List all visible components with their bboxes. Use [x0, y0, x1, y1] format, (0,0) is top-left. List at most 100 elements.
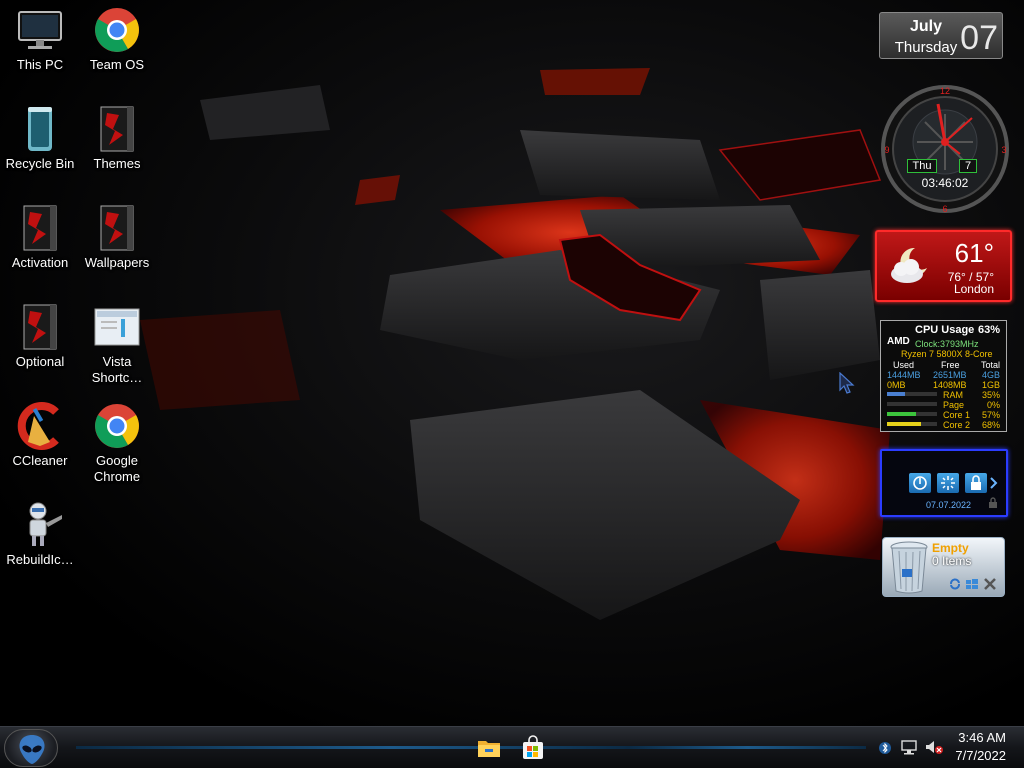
mem-used-1: 1444MB: [887, 370, 921, 380]
clock-gadget[interactable]: 12 3 6 9 Thu 7 03:46:02: [880, 84, 1010, 214]
mem-header-total: Total: [980, 360, 1000, 370]
desktop-icon-label: Recycle Bin: [5, 156, 75, 171]
restart-icon: [941, 476, 955, 490]
desktop-icon-vista-shortcut[interactable]: Vista Shortc…: [77, 303, 157, 386]
desktop-icon-team-os[interactable]: Team OS: [77, 6, 157, 73]
mem-used-2: 0MB: [887, 380, 906, 390]
taskbar-store[interactable]: [520, 735, 546, 761]
recycle-item-count: 0 Items: [932, 554, 972, 568]
lock-icon: [971, 475, 981, 490]
lock-button[interactable]: [965, 473, 987, 493]
system-tray: 3:46 AM 7/7/2022: [872, 727, 1024, 768]
cpu-usage: 63%: [977, 324, 1000, 336]
cpu-model: Ryzen 7 5800X 8-Core: [901, 349, 993, 359]
close-icon[interactable]: [983, 577, 997, 591]
store-icon: [523, 735, 543, 759]
core1-label: Core 1: [943, 410, 971, 420]
power-gadget-date: 07.07.2022: [926, 500, 972, 510]
desktop-icon-google-chrome[interactable]: Google Chrome: [77, 402, 157, 485]
core1-bar-fill: [887, 412, 916, 416]
recycle-status: Empty: [932, 541, 969, 555]
desktop-icon-label: Google Chrome: [93, 453, 141, 484]
desktop-icon-label: Wallpapers: [84, 255, 150, 270]
chevron-right-icon[interactable]: [990, 477, 998, 489]
power-icon: [913, 476, 927, 490]
desktop-icon-label: Optional: [15, 354, 65, 369]
trash-can-icon: [890, 541, 928, 594]
taskbar-file-explorer[interactable]: [476, 735, 502, 761]
recycle-bin-gadget[interactable]: Empty 0 Items: [882, 537, 1005, 597]
page-label: Page: [943, 400, 965, 410]
mem-total-1: 4GB: [981, 370, 1000, 380]
clock-time: 03:46:02: [921, 176, 969, 190]
desktop-icon-rebuildicon[interactable]: RebuildIc…: [0, 501, 80, 568]
taskbar-track: [76, 746, 866, 749]
mem-header-used: Used: [893, 360, 915, 370]
padlock-icon: [989, 497, 997, 508]
cpu-title: CPU Usage: [915, 324, 975, 336]
weather-city: London: [953, 282, 994, 296]
calendar-gadget[interactable]: July Thursday 07: [879, 12, 1003, 59]
core1-bar: [887, 412, 937, 416]
start-button[interactable]: [4, 729, 58, 767]
clock-face-icon: 12 3 6 9: [881, 85, 1009, 214]
taskbar: 3:46 AM 7/7/2022: [0, 726, 1024, 768]
clock-numeral-6: 6: [942, 204, 947, 214]
volume-muted-icon[interactable]: [924, 739, 944, 755]
page-value: 0%: [986, 400, 1000, 410]
desktop-icon-ccleaner[interactable]: CCleaner: [0, 402, 80, 469]
robot-icon: [16, 501, 64, 549]
ram-value: 35%: [981, 390, 1000, 400]
power-button[interactable]: [909, 473, 931, 493]
mem-total-2: 1GB: [981, 380, 1000, 390]
mem-free-1: 2651MB: [933, 370, 967, 380]
calendar-month: July: [909, 18, 942, 35]
desktop-icon-wallpapers[interactable]: Wallpapers: [77, 204, 157, 271]
desktop-icon-this-pc[interactable]: This PC: [0, 6, 80, 73]
chrome-icon: [93, 402, 141, 450]
desktop-icon-themes[interactable]: Themes: [77, 105, 157, 172]
page-bar: [887, 402, 937, 406]
restart-button[interactable]: [937, 473, 959, 493]
taskbar-time[interactable]: 3:46 AM: [958, 730, 1006, 745]
themes-icon: [93, 105, 141, 153]
clock-numeral-12: 12: [940, 86, 950, 96]
monitor-icon: [16, 6, 64, 54]
taskbar-date[interactable]: 7/7/2022: [955, 748, 1006, 763]
desktop-icon-activation[interactable]: Activation: [0, 204, 80, 271]
chrome-icon: [93, 6, 141, 54]
clock-day-number: 7: [959, 159, 977, 173]
desktop-icon-label: RebuildIc…: [6, 552, 74, 567]
cpu-meter-gadget[interactable]: AMD CPU Usage 63% Clock:3793MHz Ryzen 7 …: [880, 320, 1007, 432]
bluetooth-icon[interactable]: [878, 741, 892, 755]
alien-logo-icon: [19, 735, 45, 764]
desktop-icon-label: Activation: [11, 255, 69, 270]
power-gadget: 07.07.2022: [880, 449, 1008, 517]
calendar-date: 07: [960, 19, 998, 57]
desktop-icon-label: This PC: [16, 57, 64, 72]
weather-gadget[interactable]: 61° 76° / 57° London: [875, 230, 1012, 302]
desktop-icon-label: Team OS: [89, 57, 145, 72]
clock-numeral-3: 3: [1001, 145, 1006, 155]
clock-day: Thu: [907, 159, 937, 173]
core2-bar: [887, 422, 937, 426]
weather-temperature: 61°: [954, 238, 994, 268]
desktop-icon-recycle-bin[interactable]: Recycle Bin: [0, 105, 80, 172]
desktop-icon-optional[interactable]: Optional: [0, 303, 80, 370]
core2-value: 68%: [981, 420, 1000, 430]
core2-bar-fill: [887, 422, 921, 426]
desktop-icon-label: Vista Shortc…: [91, 354, 143, 385]
optional-icon: [16, 303, 64, 351]
recycle-bin-icon: [16, 105, 64, 153]
ram-bar: [887, 392, 937, 396]
mem-header-free: Free: [941, 360, 960, 370]
activation-icon: [16, 204, 64, 252]
windows-logo-icon[interactable]: [965, 578, 979, 590]
amd-logo: AMD: [887, 336, 910, 347]
mem-free-2: 1408MB: [933, 380, 967, 390]
ccleaner-icon: [16, 402, 64, 450]
core2-label: Core 2: [943, 420, 971, 430]
refresh-icon[interactable]: [949, 578, 961, 590]
mouse-cursor-icon: [839, 372, 855, 394]
network-icon[interactable]: [900, 739, 918, 755]
